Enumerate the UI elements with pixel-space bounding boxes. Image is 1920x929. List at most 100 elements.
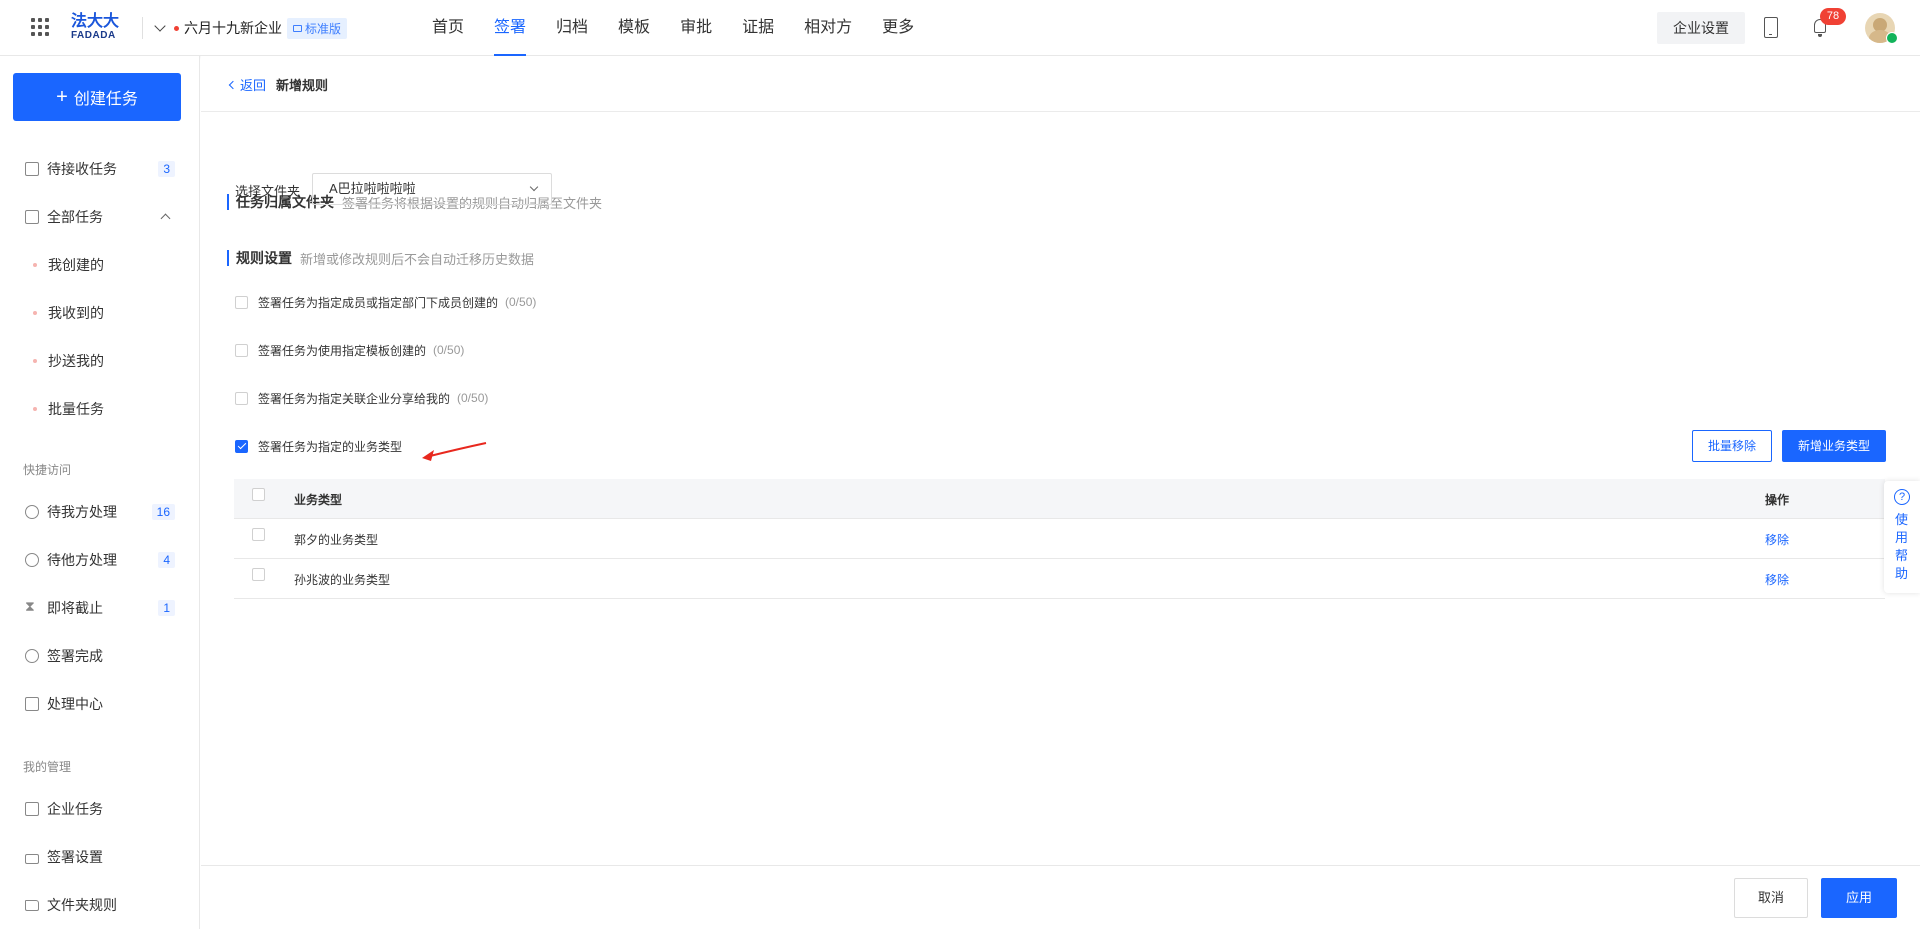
sidebar-sub-received[interactable]: 我收到的 bbox=[33, 302, 104, 324]
edition-label: 标准版 bbox=[305, 21, 342, 36]
sidebar-item-label: 企业任务 bbox=[47, 801, 103, 817]
col-header-type: 业务类型 bbox=[294, 493, 343, 507]
sidebar-item-my-pending[interactable]: 待我方处理 16 bbox=[25, 501, 175, 523]
rule-label: 签署任务为指定的业务类型 bbox=[258, 439, 403, 454]
nav-approval[interactable]: 审批 bbox=[680, 0, 712, 56]
sidebar-item-label: 即将截止 bbox=[47, 600, 103, 616]
sidebar-item-sign-settings[interactable]: 签署设置 bbox=[25, 846, 175, 868]
rule-count: (0/50) bbox=[505, 295, 537, 309]
rule-checkbox-checked[interactable] bbox=[235, 439, 248, 453]
sidebar-group-quick: 快捷访问 bbox=[23, 463, 72, 477]
sidebar-item-due-soon[interactable]: 即将截止 1 bbox=[25, 597, 175, 619]
back-link[interactable]: 返回 bbox=[228, 75, 267, 94]
chevron-down-icon bbox=[154, 20, 166, 32]
rule-count: (0/50) bbox=[433, 343, 465, 357]
business-type-cell: 郭夕的业务类型 bbox=[294, 533, 379, 547]
sidebar-sub-cc[interactable]: 抄送我的 bbox=[33, 350, 104, 372]
nav-sign[interactable]: 签署 bbox=[494, 0, 527, 56]
nav-evidence[interactable]: 证据 bbox=[742, 0, 774, 56]
task-check-icon bbox=[25, 697, 39, 711]
sidebar-item-all-tasks[interactable]: 全部任务 bbox=[25, 206, 175, 228]
rule-checkbox[interactable] bbox=[235, 391, 248, 405]
remove-link[interactable]: 移除 bbox=[1765, 571, 1789, 588]
rule-option-member[interactable]: 签署任务为指定成员或指定部门下成员创建的 (0/50) bbox=[235, 293, 536, 311]
sidebar-sub-label: 我创建的 bbox=[48, 257, 104, 273]
nav-counterparty[interactable]: 相对方 bbox=[804, 0, 852, 56]
nav-template[interactable]: 模板 bbox=[618, 0, 650, 56]
nav-more[interactable]: 更多 bbox=[882, 0, 914, 56]
count-badge: 3 bbox=[158, 161, 175, 177]
rule-checkbox[interactable] bbox=[235, 343, 248, 357]
select-all-checkbox[interactable] bbox=[252, 488, 265, 501]
logo-en: FADADA bbox=[71, 30, 116, 41]
col-header-action: 操作 bbox=[1765, 493, 1790, 507]
mobile-icon[interactable] bbox=[1764, 17, 1778, 38]
bullet-dot bbox=[33, 311, 37, 315]
section-desc: 新增或修改规则后不会自动迁移历史数据 bbox=[300, 251, 535, 267]
logo-cn: 法大大 bbox=[71, 13, 120, 30]
chevron-down-icon bbox=[529, 182, 539, 192]
breadcrumb: 返回 新增规则 bbox=[201, 56, 1920, 112]
back-label: 返回 bbox=[240, 78, 267, 93]
folder-select[interactable]: A巴拉啦啦啦啦 bbox=[312, 173, 552, 205]
clock-icon bbox=[25, 553, 39, 567]
sidebar-item-label: 待我方处理 bbox=[47, 504, 117, 520]
rule-checkbox[interactable] bbox=[235, 295, 248, 309]
folder-icon bbox=[25, 899, 39, 911]
sidebar-item-completed[interactable]: 签署完成 bbox=[25, 645, 175, 667]
rule-option-shared[interactable]: 签署任务为指定关联企业分享给我的 (0/50) bbox=[235, 389, 488, 407]
apps-grid-icon[interactable] bbox=[31, 18, 49, 36]
row-checkbox[interactable] bbox=[252, 528, 265, 541]
row-checkbox[interactable] bbox=[252, 568, 265, 581]
annotation-arrow-icon bbox=[422, 442, 487, 461]
logo[interactable]: 法大大 FADADA bbox=[71, 13, 123, 43]
sidebar-item-label: 待他方处理 bbox=[47, 552, 117, 568]
folder-select-value: A巴拉啦啦啦啦 bbox=[329, 181, 416, 196]
chevron-up-icon bbox=[160, 213, 171, 224]
rule-label: 签署任务为使用指定模板创建的 bbox=[258, 343, 427, 358]
sidebar-group-manage: 我的管理 bbox=[23, 760, 72, 774]
inbox-icon bbox=[25, 162, 39, 176]
help-label: 使用帮助 bbox=[1895, 512, 1909, 581]
business-type-cell: 孙兆波的业务类型 bbox=[294, 573, 391, 587]
table-row: 郭夕的业务类型 移除 bbox=[234, 519, 1885, 559]
business-type-table: 业务类型 操作 郭夕的业务类型 移除 孙兆波的业务类型 移除 bbox=[234, 479, 1885, 599]
sidebar-item-processing[interactable]: 处理中心 bbox=[25, 693, 175, 715]
count-badge: 1 bbox=[158, 600, 175, 616]
hourglass-icon bbox=[25, 598, 39, 615]
help-float-button[interactable]: ? 使用帮助 bbox=[1884, 481, 1920, 593]
page-title: 新增规则 bbox=[276, 78, 329, 93]
table-header: 业务类型 操作 bbox=[234, 479, 1885, 519]
batch-remove-button[interactable]: 批量移除 bbox=[1692, 430, 1772, 462]
notification-badge: 78 bbox=[1820, 8, 1846, 25]
rule-label: 签署任务为指定成员或指定部门下成员创建的 bbox=[258, 295, 499, 310]
verified-icon bbox=[1886, 32, 1898, 44]
add-business-type-button[interactable]: 新增业务类型 bbox=[1782, 430, 1886, 462]
sidebar-sub-created[interactable]: 我创建的 bbox=[33, 254, 104, 276]
sidebar-item-folder-rules[interactable]: 文件夹规则 bbox=[25, 894, 175, 916]
rule-count: (0/50) bbox=[457, 391, 489, 405]
nav-home[interactable]: 首页 bbox=[432, 0, 464, 56]
sidebar-sub-batch[interactable]: 批量任务 bbox=[33, 398, 104, 420]
sidebar-sub-label: 抄送我的 bbox=[48, 353, 104, 369]
rule-option-business-type[interactable]: 签署任务为指定的业务类型 bbox=[235, 437, 402, 455]
divider bbox=[142, 17, 143, 39]
enterprise-settings-button[interactable]: 企业设置 bbox=[1657, 12, 1745, 44]
company-switcher[interactable]: 六月十九新企业 标准版 bbox=[154, 17, 348, 39]
chevron-left-icon bbox=[228, 80, 238, 89]
sidebar-item-pending-receive[interactable]: 待接收任务 3 bbox=[25, 158, 175, 180]
rule-option-template[interactable]: 签署任务为使用指定模板创建的 (0/50) bbox=[235, 341, 464, 359]
bullet-dot bbox=[33, 359, 37, 363]
remove-link[interactable]: 移除 bbox=[1765, 531, 1789, 548]
section-heading: 规则设置 bbox=[236, 250, 292, 266]
apply-button[interactable]: 应用 bbox=[1821, 878, 1897, 918]
create-task-button[interactable]: + 创建任务 bbox=[13, 73, 181, 121]
footer-bar: 取消 应用 bbox=[201, 865, 1920, 929]
sidebar-item-other-pending[interactable]: 待他方处理 4 bbox=[25, 549, 175, 571]
count-badge: 16 bbox=[151, 504, 175, 520]
cancel-button[interactable]: 取消 bbox=[1734, 878, 1808, 918]
sidebar-item-enterprise-tasks[interactable]: 企业任务 bbox=[25, 798, 175, 820]
nav-archive[interactable]: 归档 bbox=[556, 0, 588, 56]
question-icon: ? bbox=[1894, 489, 1910, 505]
sidebar-item-label: 签署设置 bbox=[47, 849, 103, 865]
